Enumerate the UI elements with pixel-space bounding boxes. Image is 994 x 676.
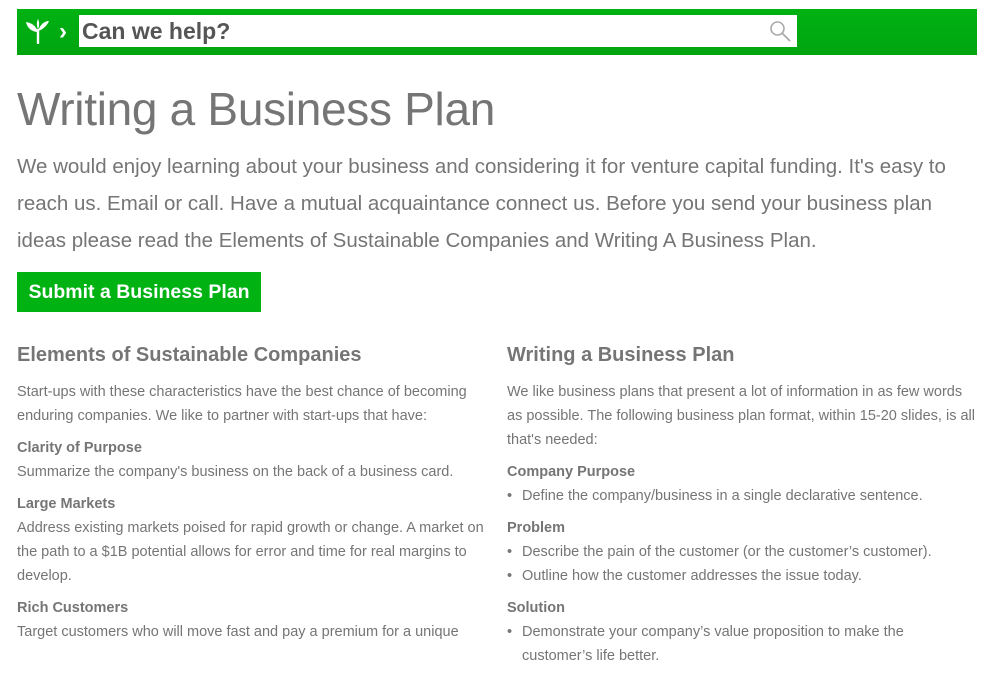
search-icon[interactable] <box>769 20 791 42</box>
business-plan-column: Writing a Business Plan We like business… <box>507 340 977 676</box>
element-text: Address existing markets poised for rapi… <box>17 520 484 584</box>
plan-bullet: Outline how the customer addresses the i… <box>507 564 977 588</box>
elements-heading: Elements of Sustainable Companies <box>17 344 362 366</box>
element-title: Clarity of Purpose <box>17 440 142 456</box>
elements-column: Elements of Sustainable Companies Start-… <box>17 340 487 652</box>
element-section: Large Markets Address existing markets p… <box>17 492 487 588</box>
business-plan-heading: Writing a Business Plan <box>507 344 735 366</box>
plan-section-title: Solution <box>507 600 565 616</box>
element-title: Large Markets <box>17 496 116 512</box>
plan-bullet-list: Demonstrate your company’s value proposi… <box>507 620 977 668</box>
plan-bullet: Describe the pain of the customer (or th… <box>507 540 977 564</box>
plan-bullet: Define the company/business in a single … <box>507 484 977 508</box>
business-plan-lead: We like business plans that present a lo… <box>507 384 976 448</box>
plan-section: Company Purpose Define the company/busin… <box>507 460 977 508</box>
element-text: Summarize the company's business on the … <box>17 464 454 480</box>
element-section: Clarity of Purpose Summarize the company… <box>17 436 487 484</box>
plan-bullet-list: Describe the pain of the customer (or th… <box>507 540 977 588</box>
search-input[interactable] <box>79 15 759 47</box>
elements-lead: Start-ups with these characteristics hav… <box>17 384 467 424</box>
top-search-bar: › <box>17 9 977 55</box>
element-title: Rich Customers <box>17 600 129 616</box>
element-text: Target customers who will move fast and … <box>17 624 459 640</box>
element-section: Rich Customers Target customers who will… <box>17 596 487 644</box>
plan-bullet-list: Define the company/business in a single … <box>507 484 977 508</box>
sprout-icon[interactable] <box>25 18 51 44</box>
chevron-right-icon: › <box>59 18 67 45</box>
plan-bullet: Demonstrate your company’s value proposi… <box>507 620 977 668</box>
plan-section: Problem Describe the pain of the custome… <box>507 516 977 588</box>
search-field[interactable] <box>79 15 797 47</box>
submit-business-plan-button[interactable]: Submit a Business Plan <box>17 272 261 312</box>
intro-paragraph: We would enjoy learning about your busin… <box>17 155 946 252</box>
plan-section: Solution Demonstrate your company’s valu… <box>507 596 977 668</box>
plan-section-title: Problem <box>507 520 566 536</box>
plan-section-title: Company Purpose <box>507 464 636 480</box>
page-title: Writing a Business Plan <box>17 83 496 135</box>
